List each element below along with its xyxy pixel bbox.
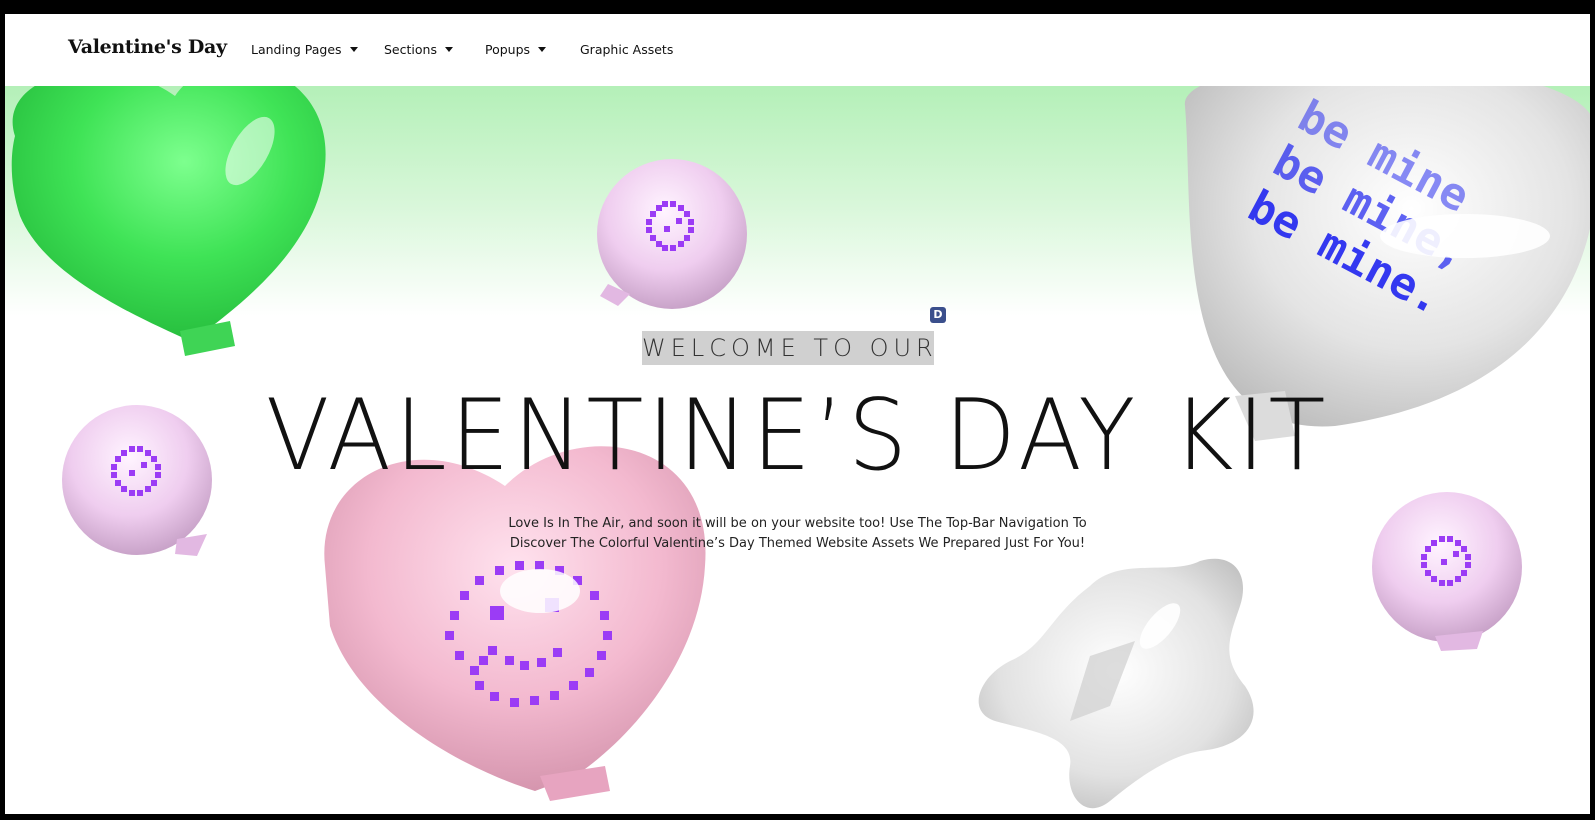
nav-graphic-assets-label: Graphic Assets — [580, 42, 674, 57]
nav-landing-pages[interactable]: Landing Pages — [251, 42, 358, 57]
hero-title: VALENTINE’S DAY KIT — [265, 379, 1330, 493]
orb-balloon-top — [597, 159, 747, 309]
caret-down-icon — [444, 47, 453, 52]
nav-popups[interactable]: Popups — [485, 42, 547, 57]
nav-graphic-assets[interactable]: Graphic Assets — [580, 42, 673, 57]
site-logo[interactable]: Valentine's Day — [68, 36, 227, 58]
browser-viewport: Valentine's Day Landing Pages Sections P… — [5, 14, 1590, 814]
hero-subtitle-line-2: Discover The Colorful Valentine’s Day Th… — [509, 536, 1086, 551]
nav-sections[interactable]: Sections — [384, 42, 453, 57]
silver-star-balloon — [978, 558, 1254, 809]
nav-landing-pages-label: Landing Pages — [251, 42, 342, 57]
top-bar: Valentine's Day Landing Pages Sections P… — [5, 14, 1590, 86]
nav-sections-label: Sections — [384, 42, 437, 57]
hero-subtitle-line-1: Love Is In The Air, and soon it will be … — [508, 516, 1087, 531]
nav-popups-label: Popups — [485, 42, 531, 57]
hero-kicker: WELCOME TO OUR — [642, 331, 934, 365]
caret-down-icon — [349, 47, 358, 52]
hero-section: be mine be mine, be mine. D WELCOME TO O… — [5, 86, 1590, 814]
hero-subtitle: Love Is In The Air, and soon it will be … — [435, 514, 1160, 554]
editor-badge-icon[interactable]: D — [930, 307, 946, 323]
green-heart-balloon — [11, 86, 326, 356]
orb-balloon-right — [1372, 492, 1522, 651]
caret-down-icon — [538, 47, 547, 52]
